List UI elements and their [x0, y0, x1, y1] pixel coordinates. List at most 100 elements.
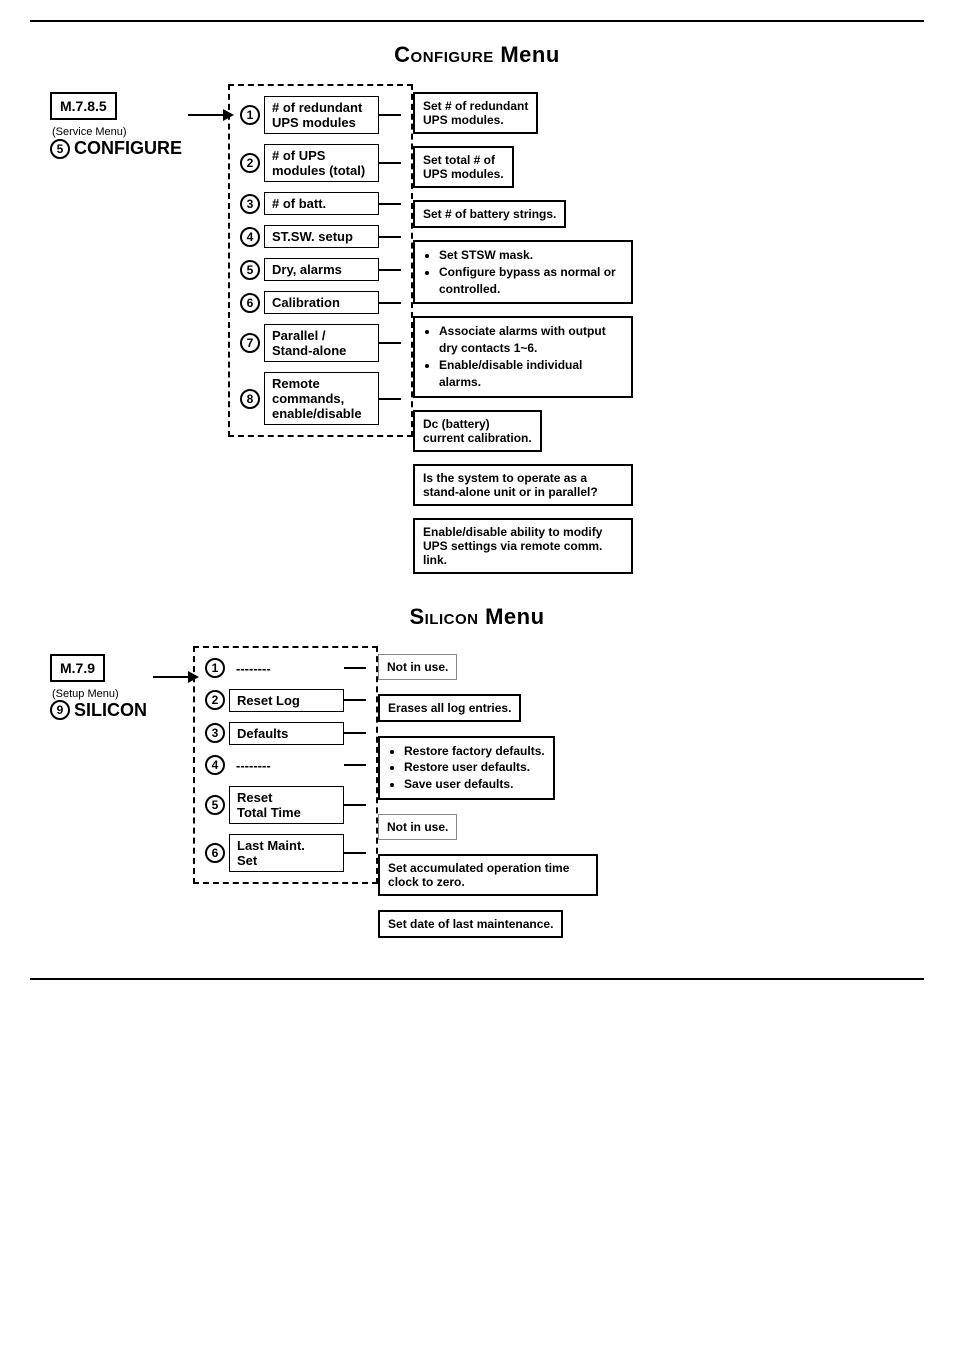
configure-desc-5: Associate alarms with output dry contact… [413, 316, 633, 397]
configure-arrow-line [188, 114, 224, 116]
silicon-item-4: 4 -------- [205, 755, 366, 776]
silicon-item-2-connector [344, 699, 366, 701]
configure-item-4-label: ST.SW. setup [264, 225, 379, 248]
configure-item-1-connector [379, 114, 401, 116]
configure-label: 5 CONFIGURE [50, 138, 182, 159]
silicon-left-panel: M.7.9 (Setup Menu) 9 SILICON [50, 646, 147, 721]
silicon-arrow [153, 646, 189, 678]
configure-item-7-label: Parallel /Stand-alone [264, 324, 379, 362]
silicon-section: Silicon Menu M.7.9 (Setup Menu) 9 SILICO… [30, 604, 924, 938]
silicon-desc-3-box: Restore factory defaults. Restore user d… [378, 736, 555, 800]
configure-item-6-connector [379, 302, 401, 304]
configure-item-1-num: 1 [240, 105, 260, 125]
configure-circle-num: 5 [50, 139, 70, 159]
configure-item-3-num: 3 [240, 194, 260, 214]
silicon-desc-6: Set date of last maintenance. [378, 910, 598, 938]
silicon-desc-6-box: Set date of last maintenance. [378, 910, 563, 938]
configure-item-2-connector [379, 162, 401, 164]
configure-desc-4: Set STSW mask. Configure bypass as norma… [413, 240, 633, 304]
configure-item-2-label: # of UPSmodules (total) [264, 144, 379, 182]
configure-menu-ref: M.7.8.5 [50, 92, 117, 120]
silicon-descriptions: Not in use. Erases all log entries. Rest… [378, 646, 598, 938]
configure-desc-1: Set # of redundantUPS modules. [413, 92, 633, 134]
silicon-item-4-connector [344, 764, 366, 766]
configure-item-2-num: 2 [240, 153, 260, 173]
configure-dashed-box: 1 # of redundantUPS modules 2 # of UPSmo… [228, 84, 413, 437]
silicon-item-3-connector [344, 732, 366, 734]
silicon-item-6-num: 6 [205, 843, 225, 863]
configure-item-1: 1 # of redundantUPS modules [240, 96, 401, 134]
configure-desc-8-box: Enable/disable ability to modify UPS set… [413, 518, 633, 574]
configure-desc-2: Set total # ofUPS modules. [413, 146, 633, 188]
configure-item-8-connector [379, 398, 401, 400]
silicon-label: 9 SILICON [50, 700, 147, 721]
silicon-item-2-num: 2 [205, 690, 225, 710]
configure-title: Configure Menu [30, 42, 924, 68]
silicon-circle-num: 9 [50, 700, 70, 720]
silicon-item-6-connector [344, 852, 366, 854]
configure-item-1-label: # of redundantUPS modules [264, 96, 379, 134]
silicon-item-5-label: ResetTotal Time [229, 786, 344, 824]
silicon-item-3-label: Defaults [229, 722, 344, 745]
configure-item-6-label: Calibration [264, 291, 379, 314]
configure-item-4: 4 ST.SW. setup [240, 225, 401, 248]
silicon-item-1-num: 1 [205, 658, 225, 678]
bottom-rule [30, 978, 924, 980]
configure-service-label: (Service Menu) [52, 126, 127, 138]
top-rule [30, 20, 924, 22]
silicon-item-5: 5 ResetTotal Time [205, 786, 366, 824]
silicon-item-5-num: 5 [205, 795, 225, 815]
silicon-item-4-label: -------- [229, 755, 344, 776]
silicon-desc-1-box: Not in use. [378, 654, 457, 680]
silicon-desc-2-box: Erases all log entries. [378, 694, 521, 722]
configure-left-panel: M.7.8.5 (Service Menu) 5 CONFIGURE [50, 84, 182, 159]
silicon-title: Silicon Menu [30, 604, 924, 630]
silicon-desc-5-box: Set accumulated operation time clock to … [378, 854, 598, 896]
configure-item-6: 6 Calibration [240, 291, 401, 314]
configure-desc-3-box: Set # of battery strings. [413, 200, 566, 228]
configure-desc-7-box: Is the system to operate as a stand-alon… [413, 464, 633, 506]
configure-desc-2-box: Set total # ofUPS modules. [413, 146, 514, 188]
configure-item-7-connector [379, 342, 401, 344]
silicon-title-smallcaps: Silicon [409, 604, 478, 629]
configure-item-5-label: Dry, alarms [264, 258, 379, 281]
configure-desc-1-box: Set # of redundantUPS modules. [413, 92, 538, 134]
configure-descriptions: Set # of redundantUPS modules. Set total… [413, 84, 633, 574]
silicon-arrow-line [153, 676, 189, 678]
configure-item-6-num: 6 [240, 293, 260, 313]
silicon-item-1-label: -------- [229, 658, 344, 679]
configure-item-3: 3 # of batt. [240, 192, 401, 215]
configure-item-7: 7 Parallel /Stand-alone [240, 324, 401, 362]
configure-item-8-label: Remotecommands,enable/disable [264, 372, 379, 425]
configure-desc-5-box: Associate alarms with output dry contact… [413, 316, 633, 397]
configure-desc-6: Dc (battery)current calibration. [413, 410, 633, 452]
configure-title-smallcaps: Configure [394, 42, 494, 67]
configure-desc-4-box: Set STSW mask. Configure bypass as norma… [413, 240, 633, 304]
configure-desc-3: Set # of battery strings. [413, 200, 633, 228]
configure-item-5: 5 Dry, alarms [240, 258, 401, 281]
silicon-item-1: 1 -------- [205, 658, 366, 679]
configure-item-3-connector [379, 203, 401, 205]
silicon-desc-4: Not in use. [378, 814, 598, 840]
configure-desc-7: Is the system to operate as a stand-alon… [413, 464, 633, 506]
configure-arrow [188, 84, 224, 116]
configure-item-5-num: 5 [240, 260, 260, 280]
silicon-desc-2: Erases all log entries. [378, 694, 598, 722]
configure-item-8: 8 Remotecommands,enable/disable [240, 372, 401, 425]
silicon-item-3-num: 3 [205, 723, 225, 743]
silicon-item-3: 3 Defaults [205, 722, 366, 745]
silicon-item-6-label: Last Maint.Set [229, 834, 344, 872]
silicon-desc-3: Restore factory defaults. Restore user d… [378, 736, 598, 800]
configure-item-5-connector [379, 269, 401, 271]
silicon-dashed-box: 1 -------- 2 Reset Log 3 Defaults [193, 646, 378, 884]
silicon-arrowhead [188, 671, 199, 683]
configure-item-8-num: 8 [240, 389, 260, 409]
configure-arrowhead [223, 109, 234, 121]
silicon-desc-4-box: Not in use. [378, 814, 457, 840]
silicon-menu-ref: M.7.9 [50, 654, 105, 682]
configure-item-2: 2 # of UPSmodules (total) [240, 144, 401, 182]
configure-item-4-num: 4 [240, 227, 260, 247]
configure-section: Configure Menu M.7.8.5 (Service Menu) 5 … [30, 42, 924, 574]
silicon-item-6: 6 Last Maint.Set [205, 834, 366, 872]
configure-item-4-connector [379, 236, 401, 238]
